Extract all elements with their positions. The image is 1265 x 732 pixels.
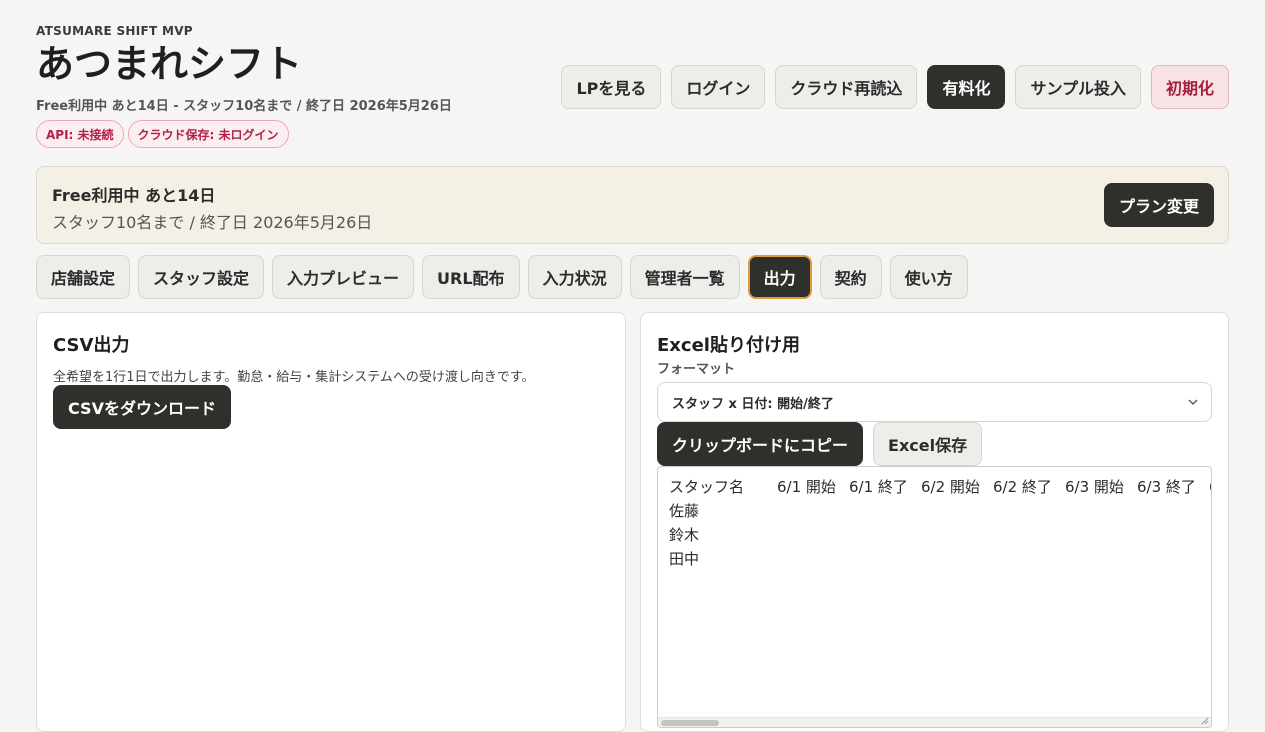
format-label: フォーマット <box>657 362 736 377</box>
app-eyebrow: ATSUMARE SHIFT MVP <box>36 24 193 38</box>
plan-notice: Free利用中 あと14日 スタッフ10名まで / 終了日 2026年5月26日… <box>36 166 1229 244</box>
tab-how-to-use[interactable]: 使い方 <box>889 255 968 299</box>
plan-status-line: Free利用中 あと14日 - スタッフ10名まで / 終了日 2026年5月2… <box>36 99 452 114</box>
plan-notice-subtitle: スタッフ10名まで / 終了日 2026年5月26日 <box>52 213 373 232</box>
cloud-save-status-badge: クラウド保存: 未ログイン <box>127 120 289 148</box>
output-header-row: スタッフ名 6/1 開始 6/1 終了 6/2 開始 6/2 終了 6/3 開始… <box>669 475 1211 499</box>
api-status-badge: API: 未接続 <box>36 120 124 148</box>
copy-to-clipboard-button[interactable]: クリップボードにコピー <box>657 422 864 466</box>
output-header-cell: スタッフ名 <box>669 478 745 496</box>
excel-export-panel: Excel貼り付け用 フォーマット スタッフ x 日付: 開始/終了 クリップボ… <box>640 312 1229 732</box>
plan-notice-title: Free利用中 あと14日 <box>52 186 216 205</box>
tab-input-preview[interactable]: 入力プレビュー <box>272 255 415 299</box>
excel-actions: クリップボードにコピー Excel保存 <box>657 422 983 466</box>
excel-save-button[interactable]: Excel保存 <box>873 422 983 466</box>
output-staff-name: 鈴木 <box>669 526 700 544</box>
output-header-cell: 6/3 終了 <box>1137 478 1196 496</box>
csv-export-panel: CSV出力 全希望を1行1日で出力します。勤怠・給与・集計システムへの受け渡し向… <box>36 312 626 732</box>
change-plan-button[interactable]: プラン変更 <box>1103 183 1214 227</box>
tab-store-settings[interactable]: 店舗設定 <box>36 255 131 299</box>
output-staff-row: 田中 <box>669 547 1211 571</box>
status-badges: API: 未接続 クラウド保存: 未ログイン <box>36 120 289 148</box>
excel-output-textarea[interactable]: スタッフ名 6/1 開始 6/1 終了 6/2 開始 6/2 終了 6/3 開始… <box>657 466 1212 728</box>
csv-panel-description: 全希望を1行1日で出力します。勤怠・給与・集計システムへの受け渡し向きです。 <box>53 370 535 385</box>
horizontal-scrollbar[interactable] <box>658 717 1211 727</box>
tab-url-distribution[interactable]: URL配布 <box>422 255 520 299</box>
format-select[interactable]: スタッフ x 日付: 開始/終了 <box>657 382 1212 422</box>
output-header-cell: 6/2 開始 <box>921 478 980 496</box>
tab-input-status[interactable]: 入力状況 <box>527 255 622 299</box>
tab-admin-list[interactable]: 管理者一覧 <box>629 255 740 299</box>
output-grid: スタッフ名 6/1 開始 6/1 終了 6/2 開始 6/2 終了 6/3 開始… <box>669 475 1211 571</box>
output-staff-name: 佐藤 <box>669 502 700 520</box>
app-header: ATSUMARE SHIFT MVP あつまれシフト Free利用中 あと14日… <box>36 22 1229 152</box>
view-lp-button[interactable]: LPを見る <box>561 65 662 109</box>
output-header-cell: 6 <box>1209 475 1211 499</box>
output-staff-name: 田中 <box>669 550 700 568</box>
header-actions: LPを見る ログイン クラウド再読込 有料化 サンプル投入 初期化 <box>561 65 1229 109</box>
cloud-reload-button[interactable]: クラウド再読込 <box>775 65 918 109</box>
scrollbar-thumb[interactable] <box>661 720 719 726</box>
tab-staff-settings[interactable]: スタッフ設定 <box>138 255 265 299</box>
csv-download-button[interactable]: CSVをダウンロード <box>53 385 231 429</box>
load-sample-button[interactable]: サンプル投入 <box>1015 65 1141 109</box>
resize-grip-icon[interactable] <box>1201 717 1209 725</box>
chevron-down-icon <box>1188 399 1198 405</box>
output-header-cell: 6/2 終了 <box>993 478 1052 496</box>
format-select-value: スタッフ x 日付: 開始/終了 <box>672 396 834 412</box>
output-staff-row: 佐藤 <box>669 499 1211 523</box>
tab-output[interactable]: 出力 <box>747 255 812 299</box>
app-title: あつまれシフト <box>36 42 303 86</box>
output-header-cell: 6/3 開始 <box>1065 478 1124 496</box>
output-staff-row: 鈴木 <box>669 523 1211 547</box>
excel-panel-title: Excel貼り付け用 <box>657 335 800 356</box>
upgrade-button[interactable]: 有料化 <box>927 65 1006 109</box>
csv-panel-title: CSV出力 <box>53 335 130 356</box>
reset-button[interactable]: 初期化 <box>1150 65 1229 109</box>
output-header-cell: 6/1 開始 <box>777 478 836 496</box>
main-tabs: 店舗設定 スタッフ設定 入力プレビュー URL配布 入力状況 管理者一覧 出力 … <box>36 255 968 299</box>
tab-contract[interactable]: 契約 <box>819 255 882 299</box>
output-header-cell: 6/1 終了 <box>849 478 908 496</box>
login-button[interactable]: ログイン <box>671 65 766 109</box>
